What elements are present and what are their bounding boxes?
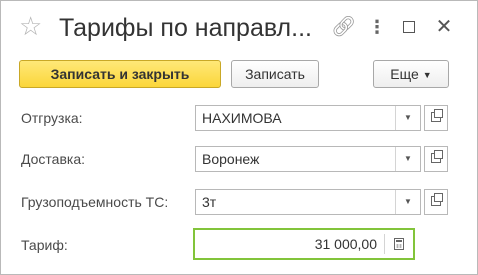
- calculator-icon[interactable]: [384, 234, 413, 254]
- open-icon: [431, 109, 443, 123]
- save-button[interactable]: Записать: [231, 60, 319, 88]
- chevron-down-icon: ▼: [422, 70, 432, 81]
- open-shipment-button[interactable]: [424, 105, 448, 131]
- capacity-field[interactable]: 3т ▼: [195, 189, 421, 215]
- open-icon: [431, 193, 443, 207]
- shipment-field[interactable]: НАХИМОВА ▼: [195, 105, 421, 131]
- delivery-label: Доставка:: [21, 151, 86, 167]
- tariff-input[interactable]: 31 000,00: [193, 228, 415, 260]
- open-icon: [431, 150, 443, 164]
- tariff-value: 31 000,00: [314, 236, 377, 252]
- save-and-close-button[interactable]: Записать и закрыть: [19, 60, 221, 88]
- tariff-label: Тариф:: [21, 237, 68, 253]
- favorite-star-icon[interactable]: ☆: [19, 11, 42, 41]
- shipment-label: Отгрузка:: [21, 110, 83, 126]
- capacity-value: 3т: [202, 194, 217, 210]
- more-button-label: Еще: [390, 66, 419, 82]
- dropdown-arrow-icon[interactable]: ▼: [395, 147, 420, 171]
- dropdown-arrow-icon[interactable]: ▼: [395, 190, 420, 214]
- capacity-label: Грузоподъемность ТС:: [21, 194, 169, 210]
- link-icon[interactable]: 🔗︎: [331, 15, 356, 39]
- delivery-value: Воронеж: [202, 151, 260, 167]
- dropdown-arrow-icon[interactable]: ▼: [395, 106, 420, 130]
- more-button[interactable]: Еще ▼: [373, 60, 449, 88]
- close-icon[interactable]: ✕: [433, 15, 455, 39]
- shipment-value: НАХИМОВА: [202, 110, 282, 126]
- more-actions-icon[interactable]: ⋮: [367, 15, 387, 39]
- open-delivery-button[interactable]: [424, 146, 448, 172]
- window-title: Тарифы по направл...: [59, 14, 312, 42]
- maximize-icon[interactable]: [398, 15, 420, 39]
- form-window: ☆ Тарифы по направл... 🔗︎ ⋮ ✕ Записать и…: [0, 0, 478, 275]
- open-capacity-button[interactable]: [424, 189, 448, 215]
- delivery-field[interactable]: Воронеж ▼: [195, 146, 421, 172]
- title-bar: ☆ Тарифы по направл... 🔗︎ ⋮ ✕: [1, 1, 477, 53]
